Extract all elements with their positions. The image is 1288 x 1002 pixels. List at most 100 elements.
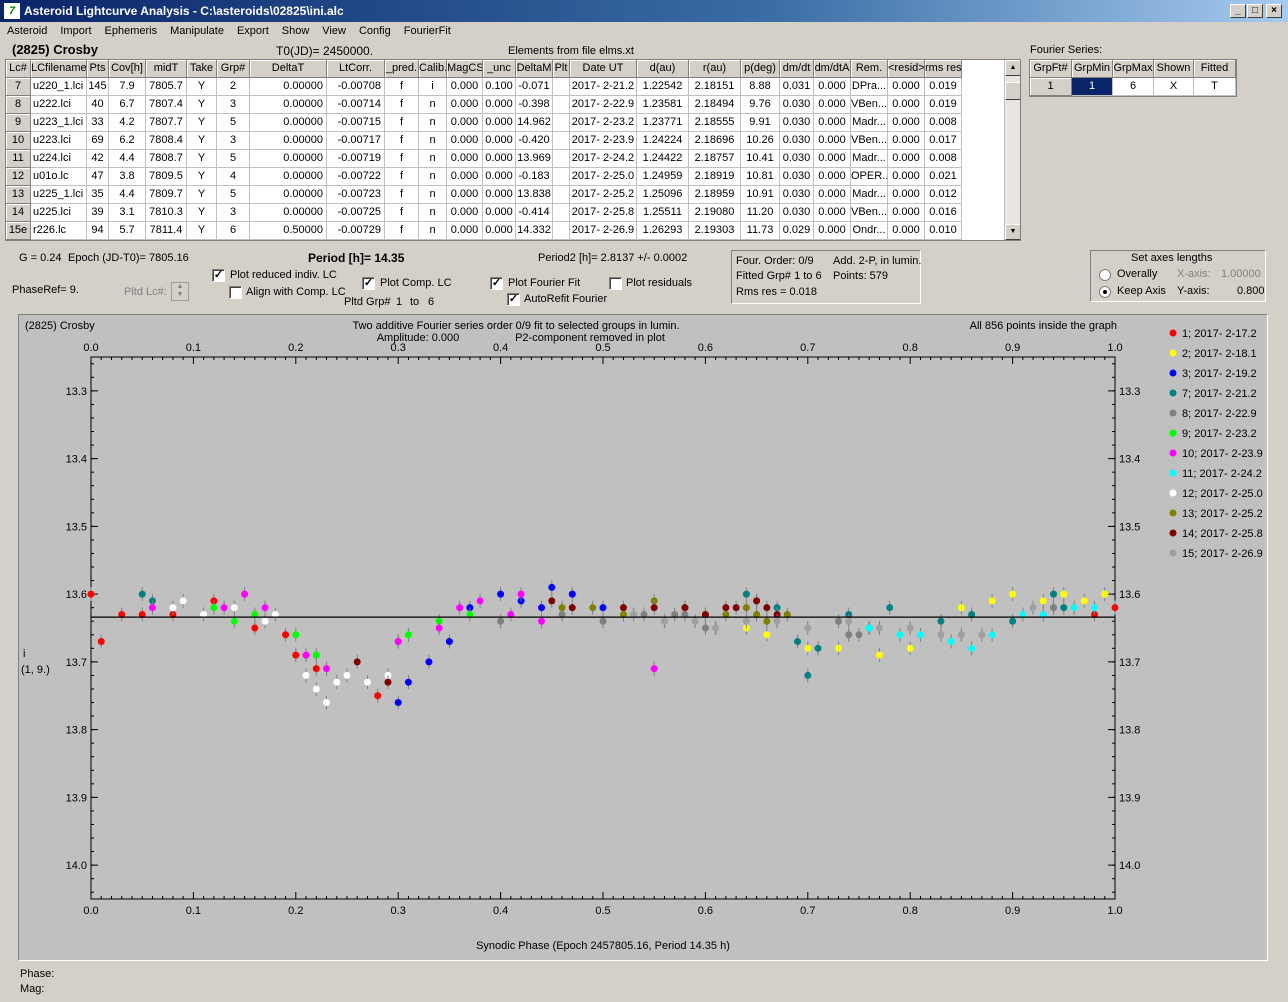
table-cell: 5: [217, 150, 250, 168]
legend-marker: [1169, 329, 1177, 337]
column-header[interactable]: dm/dt: [780, 60, 814, 78]
table-cell: 14.962: [516, 114, 553, 132]
column-header[interactable]: Cov[h]: [109, 60, 146, 78]
lightcurve-plot-panel[interactable]: (2825) Crosby Two additive Fourier series…: [18, 314, 1268, 961]
column-header[interactable]: Take: [187, 60, 217, 78]
keep-axis-radio[interactable]: [1099, 286, 1111, 298]
table-cell: 5: [217, 114, 250, 132]
close-button[interactable]: ×: [1266, 4, 1282, 18]
column-header[interactable]: dm/dtA: [814, 60, 851, 78]
fourier-cell[interactable]: T: [1194, 78, 1236, 96]
table-cell: 7805.7: [146, 78, 187, 96]
table-cell: 12: [6, 168, 31, 186]
data-point: [169, 604, 177, 612]
x-tick-label-top: 0.4: [493, 342, 508, 354]
plot-comp-checkbox[interactable]: ✓: [362, 277, 375, 290]
scroll-thumb[interactable]: [1005, 82, 1020, 100]
column-header[interactable]: Rem.: [851, 60, 888, 78]
menu-manipulate[interactable]: Manipulate: [163, 25, 230, 37]
table-cell: VBen...: [851, 204, 888, 222]
column-header[interactable]: DeltaT: [250, 60, 327, 78]
column-header[interactable]: MagCS: [447, 60, 483, 78]
table-cell: 0.030: [780, 150, 814, 168]
menu-fourierfit[interactable]: FourierFit: [397, 25, 457, 37]
column-header[interactable]: d(au): [637, 60, 689, 78]
column-header[interactable]: Calib.: [419, 60, 447, 78]
column-header[interactable]: <resid>: [888, 60, 925, 78]
column-header[interactable]: _pred.: [385, 60, 419, 78]
data-point: [886, 604, 894, 612]
menu-view[interactable]: View: [315, 25, 352, 37]
minimize-button[interactable]: _: [1230, 4, 1246, 18]
fourier-cell[interactable]: X: [1154, 78, 1194, 96]
column-header[interactable]: Plt: [553, 60, 570, 78]
table-cell: 0.000: [888, 168, 925, 186]
table-cell: f: [385, 78, 419, 96]
column-header[interactable]: DeltaM: [516, 60, 553, 78]
table-cell: 7809.5: [146, 168, 187, 186]
yaxis-input[interactable]: 0.800: [1237, 285, 1265, 297]
fourier-cell[interactable]: 1: [1072, 78, 1113, 96]
menu-asteroid[interactable]: Asteroid: [0, 25, 53, 37]
menu-import[interactable]: Import: [53, 25, 97, 37]
table-cell: 94: [87, 222, 109, 240]
legend-entry: 7; 2017- 2-21.2: [1182, 388, 1257, 400]
pltd-grp-to[interactable]: 6: [428, 296, 434, 308]
yaxis-label: Y-axis:: [1177, 285, 1210, 297]
column-header[interactable]: midT: [146, 60, 187, 78]
column-header[interactable]: r(au): [689, 60, 741, 78]
align-comp-checkbox[interactable]: [229, 286, 242, 299]
maximize-button[interactable]: □: [1247, 4, 1263, 18]
scroll-up-icon[interactable]: ▲: [1005, 60, 1020, 76]
plot-residuals-checkbox[interactable]: [609, 277, 622, 290]
table-cell: 2.19080: [689, 204, 741, 222]
data-point: [87, 590, 95, 598]
column-header[interactable]: rms res: [925, 60, 962, 78]
x-tick-label-top: 0.8: [903, 342, 918, 354]
table-cell: 0.008: [925, 114, 962, 132]
table-cell: Y: [187, 168, 217, 186]
legend-marker: [1169, 429, 1177, 437]
menu-export[interactable]: Export: [230, 25, 275, 37]
data-point: [97, 638, 105, 646]
column-header[interactable]: p(deg): [741, 60, 780, 78]
menu-config[interactable]: Config: [352, 25, 397, 37]
column-header[interactable]: Date UT: [570, 60, 637, 78]
pltd-lc-spinner[interactable]: ▲ ▼: [171, 282, 189, 301]
table-cell: 0.000: [483, 114, 516, 132]
table-cell: [553, 186, 570, 204]
lightcurve-table[interactable]: Lc# LCfilename Pts Cov[h] midT Take Grp# DeltaT…: [5, 59, 1021, 241]
table-cell: -0.00708: [327, 78, 385, 96]
scroll-down-icon[interactable]: ▼: [1005, 224, 1020, 240]
table-cell: -0.420: [516, 132, 553, 150]
data-point: [568, 590, 576, 598]
table-cell: 7811.4: [146, 222, 187, 240]
autorefit-checkbox[interactable]: ✓: [507, 293, 520, 306]
table-cell: n: [419, 186, 447, 204]
column-header[interactable]: LCfilename: [31, 60, 87, 78]
column-header[interactable]: LtCorr.: [327, 60, 385, 78]
menu-show[interactable]: Show: [275, 25, 316, 37]
column-header[interactable]: _unc: [483, 60, 516, 78]
plot-fourier-checkbox[interactable]: ✓: [490, 277, 503, 290]
xaxis-input[interactable]: 1.00000: [1221, 268, 1261, 280]
table-cell: 7807.4: [146, 96, 187, 114]
lightcurve-chart[interactable]: (2825) Crosby Two additive Fourier series…: [19, 315, 1267, 960]
plot-reduced-checkbox[interactable]: ✓: [212, 269, 225, 282]
menu-ephemeris[interactable]: Ephemeris: [98, 25, 164, 37]
table-scrollbar[interactable]: ▲ ▼: [1004, 60, 1020, 240]
x-tick-label: 0.1: [186, 905, 201, 917]
overally-radio[interactable]: [1099, 269, 1111, 281]
fourier-series-table[interactable]: GrpFt# GrpMin GrpMax Shown Fitted 1 1 6 X T: [1029, 59, 1237, 97]
data-point: [957, 631, 965, 639]
y-axis-label: i: [23, 648, 25, 660]
fourier-cell[interactable]: 6: [1113, 78, 1154, 96]
fourier-cell[interactable]: 1: [1030, 78, 1072, 96]
column-header[interactable]: Grp#: [217, 60, 250, 78]
data-point: [773, 617, 781, 625]
table-cell: n: [419, 222, 447, 240]
column-header[interactable]: Lc#: [6, 60, 31, 78]
pltd-grp-from[interactable]: 1: [396, 296, 402, 308]
column-header[interactable]: Pts: [87, 60, 109, 78]
data-point: [394, 699, 402, 707]
